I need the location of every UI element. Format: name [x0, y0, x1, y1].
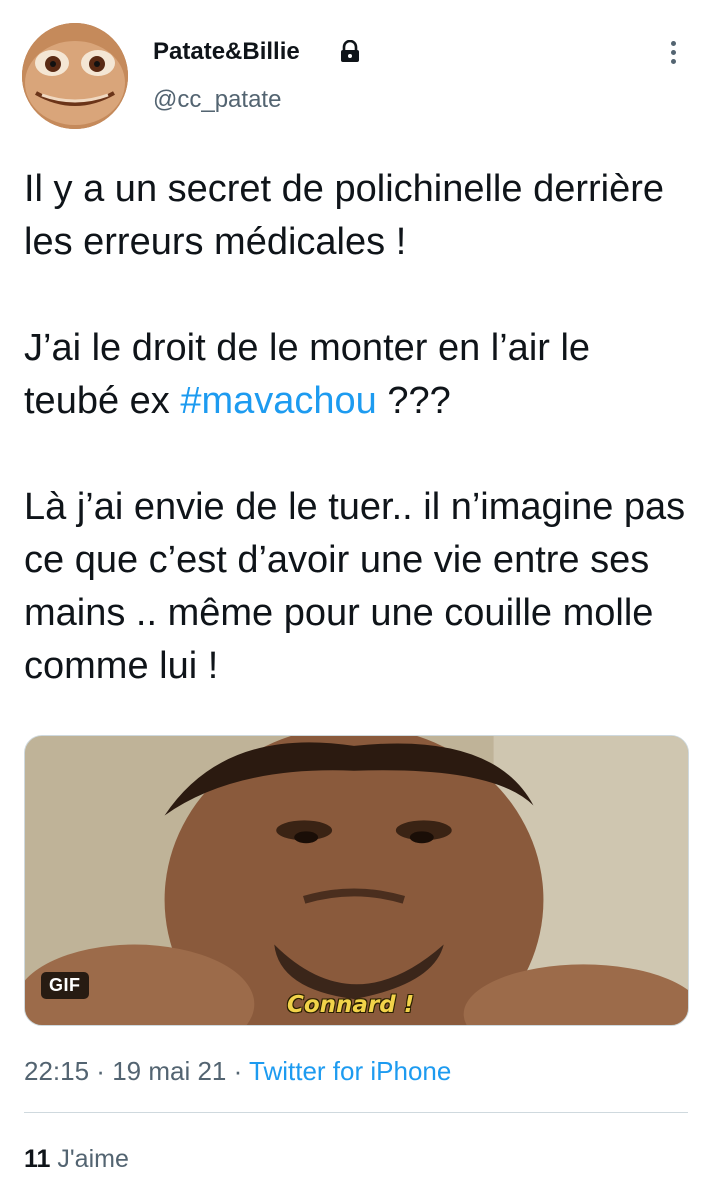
tweet-meta: 22:15 · 19 mai 21 · Twitter for iPhone: [24, 1056, 451, 1087]
gif-caption: Connard !: [287, 992, 415, 1018]
divider: [24, 1112, 688, 1113]
likes-stat[interactable]: 11 J'aime: [24, 1145, 129, 1174]
tweet-paragraph-3: Là j’ai envie de le tuer.. il n’imagine …: [24, 486, 686, 687]
more-vertical-icon[interactable]: [662, 38, 684, 72]
tweet-source-link[interactable]: Twitter for iPhone: [249, 1056, 451, 1086]
tweet-time[interactable]: 22:15: [24, 1056, 89, 1086]
gif-badge: GIF: [41, 972, 89, 999]
tweet-paragraph-1: Il y a un secret de polichinelle derrièr…: [24, 168, 665, 263]
display-name[interactable]: Patate&Billie: [153, 38, 300, 66]
tweet-date[interactable]: 19 mai 21: [112, 1056, 226, 1086]
gif-media[interactable]: GIF Connard !: [24, 735, 689, 1026]
hashtag-link[interactable]: #mavachou: [180, 380, 376, 422]
frog-face-avatar-icon: [22, 23, 128, 129]
meta-separator: ·: [226, 1056, 250, 1086]
likes-count: 11: [24, 1145, 51, 1173]
lock-icon: [341, 40, 359, 62]
meta-separator: ·: [89, 1056, 113, 1086]
avatar[interactable]: [22, 23, 128, 129]
gif-frame-image: [25, 736, 688, 1025]
tweet-paragraph-2-suffix: ???: [376, 380, 451, 422]
likes-label: J'aime: [57, 1145, 129, 1173]
user-handle[interactable]: @cc_patate: [153, 86, 281, 114]
tweet-text: Il y a un secret de polichinelle derrièr…: [24, 163, 694, 693]
tweet-paragraph-2: J’ai le droit de le monter en l’air le t…: [24, 322, 694, 428]
